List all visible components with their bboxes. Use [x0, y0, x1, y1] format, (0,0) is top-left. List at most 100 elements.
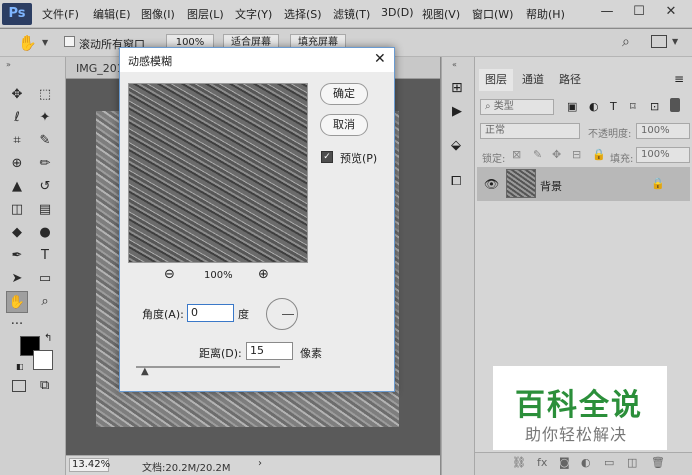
workspace-icon[interactable]: [651, 35, 667, 48]
lock-transparent-icon[interactable]: ⊠: [512, 148, 521, 161]
minimize-button[interactable]: —: [596, 2, 618, 22]
rectangle-tool-icon[interactable]: ▭: [34, 268, 56, 290]
new-layer-icon[interactable]: ◫: [627, 456, 637, 469]
healing-brush-tool-icon[interactable]: ⊕: [6, 153, 28, 175]
fill-field[interactable]: 100%: [636, 147, 690, 163]
maximize-button[interactable]: ☐: [628, 2, 650, 22]
add-mask-icon[interactable]: ◙: [559, 456, 570, 469]
distance-input[interactable]: 15: [246, 342, 293, 360]
lock-all-icon[interactable]: 🔒: [592, 148, 606, 161]
menu-edit[interactable]: 编辑(E): [93, 6, 131, 22]
close-window-button[interactable]: ✕: [660, 2, 682, 22]
eyedropper-tool-icon[interactable]: ✎: [34, 130, 56, 152]
hand-tool-icon[interactable]: ✋: [6, 291, 28, 313]
cancel-button[interactable]: 取消: [320, 114, 368, 136]
brush-tool-icon[interactable]: ✏: [34, 153, 56, 175]
lock-position-icon[interactable]: ✥: [552, 148, 561, 161]
dialog-close-icon[interactable]: ✕: [374, 51, 386, 67]
filter-shape-icon[interactable]: ⌑: [630, 100, 636, 113]
menu-file[interactable]: 文件(F): [42, 6, 79, 22]
menu-window[interactable]: 窗口(W): [472, 6, 513, 22]
quick-mask-icon[interactable]: [12, 380, 26, 392]
layer-filter-kind-select[interactable]: ⌕ 类型: [480, 99, 554, 115]
history-brush-tool-icon[interactable]: ↺: [34, 176, 56, 198]
background-color-swatch[interactable]: [33, 350, 53, 370]
filter-pixel-icon[interactable]: ▣: [567, 100, 577, 113]
preview-checkbox[interactable]: ✓: [321, 151, 333, 163]
screen-mode-icon[interactable]: ⧉: [40, 378, 49, 393]
lock-pixels-icon[interactable]: ✎: [533, 148, 542, 161]
text-tool-icon[interactable]: T: [34, 245, 56, 267]
new-group-icon[interactable]: ▭: [604, 456, 614, 469]
zoom-level-field[interactable]: 13.42%: [69, 458, 110, 472]
filter-kind-label: 类型: [493, 101, 514, 112]
chevron-down-icon[interactable]: ▼: [42, 38, 48, 47]
tab-paths[interactable]: 路径: [553, 69, 587, 91]
hand-tool-preset-icon[interactable]: ✋: [18, 34, 37, 52]
layer-name-background[interactable]: 背景: [540, 178, 562, 194]
panel-menu-icon[interactable]: ≡: [674, 72, 684, 86]
path-selection-tool-icon[interactable]: ➤: [6, 268, 28, 290]
menu-select[interactable]: 选择(S): [284, 6, 322, 22]
angle-input[interactable]: 0: [187, 304, 234, 322]
zoom-tool-icon[interactable]: ⌕: [34, 291, 56, 313]
document-tab-title[interactable]: IMG_201: [76, 62, 124, 75]
filter-toggle-icon[interactable]: [670, 98, 680, 112]
filter-adjustment-icon[interactable]: ◐: [589, 100, 599, 113]
history-panel-icon[interactable]: ⊞: [451, 80, 463, 96]
filter-preview[interactable]: [128, 83, 308, 263]
actions-play-icon[interactable]: ▶: [452, 104, 462, 119]
distance-slider-thumb[interactable]: ▲: [141, 366, 149, 377]
properties-panel-icon[interactable]: ⧠: [451, 174, 461, 189]
crop-tool-icon[interactable]: ⌗: [6, 130, 28, 152]
gradient-tool-icon[interactable]: ▤: [34, 199, 56, 221]
menu-image[interactable]: 图像(I): [141, 6, 175, 22]
lasso-tool-icon[interactable]: ℓ: [6, 107, 28, 129]
3d-panel-icon[interactable]: ⬙: [451, 138, 461, 153]
collapse-arrows-icon[interactable]: »: [6, 60, 11, 69]
search-icon: ⌕: [485, 101, 494, 112]
default-colors-icon[interactable]: ◧: [16, 362, 24, 371]
magic-wand-tool-icon[interactable]: ✦: [34, 107, 56, 129]
scroll-all-windows-checkbox[interactable]: [64, 36, 75, 47]
menu-type[interactable]: 文字(Y): [235, 6, 272, 22]
delete-layer-icon[interactable]: 🗑: [651, 456, 665, 469]
adjustment-layer-icon[interactable]: ◐: [581, 456, 591, 469]
eraser-tool-icon[interactable]: ◫: [6, 199, 28, 221]
tab-channels[interactable]: 通道: [516, 69, 550, 91]
layer-lock-icon: 🔒: [651, 177, 665, 190]
angle-dial[interactable]: [266, 298, 298, 330]
blend-mode-select[interactable]: 正常: [480, 123, 580, 139]
angle-label: 角度(A):: [142, 308, 184, 321]
menu-3d[interactable]: 3D(D): [381, 6, 414, 19]
ok-button[interactable]: 确定: [320, 83, 368, 105]
workspace-chevron-icon[interactable]: ▼: [672, 37, 678, 46]
search-icon[interactable]: ⌕: [622, 34, 630, 50]
menu-filter[interactable]: 滤镜(T): [333, 6, 370, 22]
dodge-tool-icon[interactable]: ●: [34, 222, 56, 244]
preview-label: 预览(P): [340, 152, 378, 165]
menu-view[interactable]: 视图(V): [422, 6, 460, 22]
layer-style-fx-icon[interactable]: fx: [537, 456, 547, 469]
link-layers-icon[interactable]: ⛓: [512, 456, 526, 469]
zoom-in-icon[interactable]: ⊕: [258, 267, 269, 282]
tab-layers[interactable]: 图层: [479, 69, 513, 91]
filter-type-icon[interactable]: T: [610, 100, 617, 113]
more-tools-icon[interactable]: ···: [6, 314, 28, 336]
marquee-tool-icon[interactable]: ⬚: [34, 84, 56, 106]
move-tool-icon[interactable]: ✥: [6, 84, 28, 106]
filter-smart-object-icon[interactable]: ⊡: [650, 100, 659, 113]
collapse-dock-icon[interactable]: «: [452, 60, 457, 69]
opacity-field[interactable]: 100%: [636, 123, 690, 139]
stamp-tool-icon[interactable]: ▲: [6, 176, 28, 198]
pen-tool-icon[interactable]: ✒: [6, 245, 28, 267]
zoom-out-icon[interactable]: ⊖: [164, 267, 175, 282]
swap-colors-icon[interactable]: ↰: [44, 333, 52, 344]
distance-slider-track[interactable]: [136, 366, 280, 368]
menu-layer[interactable]: 图层(L): [187, 6, 224, 22]
menu-help[interactable]: 帮助(H): [526, 6, 565, 22]
lock-artboard-icon[interactable]: ⊟: [572, 148, 581, 161]
eye-visibility-icon[interactable]: 👁: [484, 177, 499, 191]
blur-tool-icon[interactable]: ◆: [6, 222, 28, 244]
status-menu-arrow-icon[interactable]: ›: [258, 458, 262, 469]
